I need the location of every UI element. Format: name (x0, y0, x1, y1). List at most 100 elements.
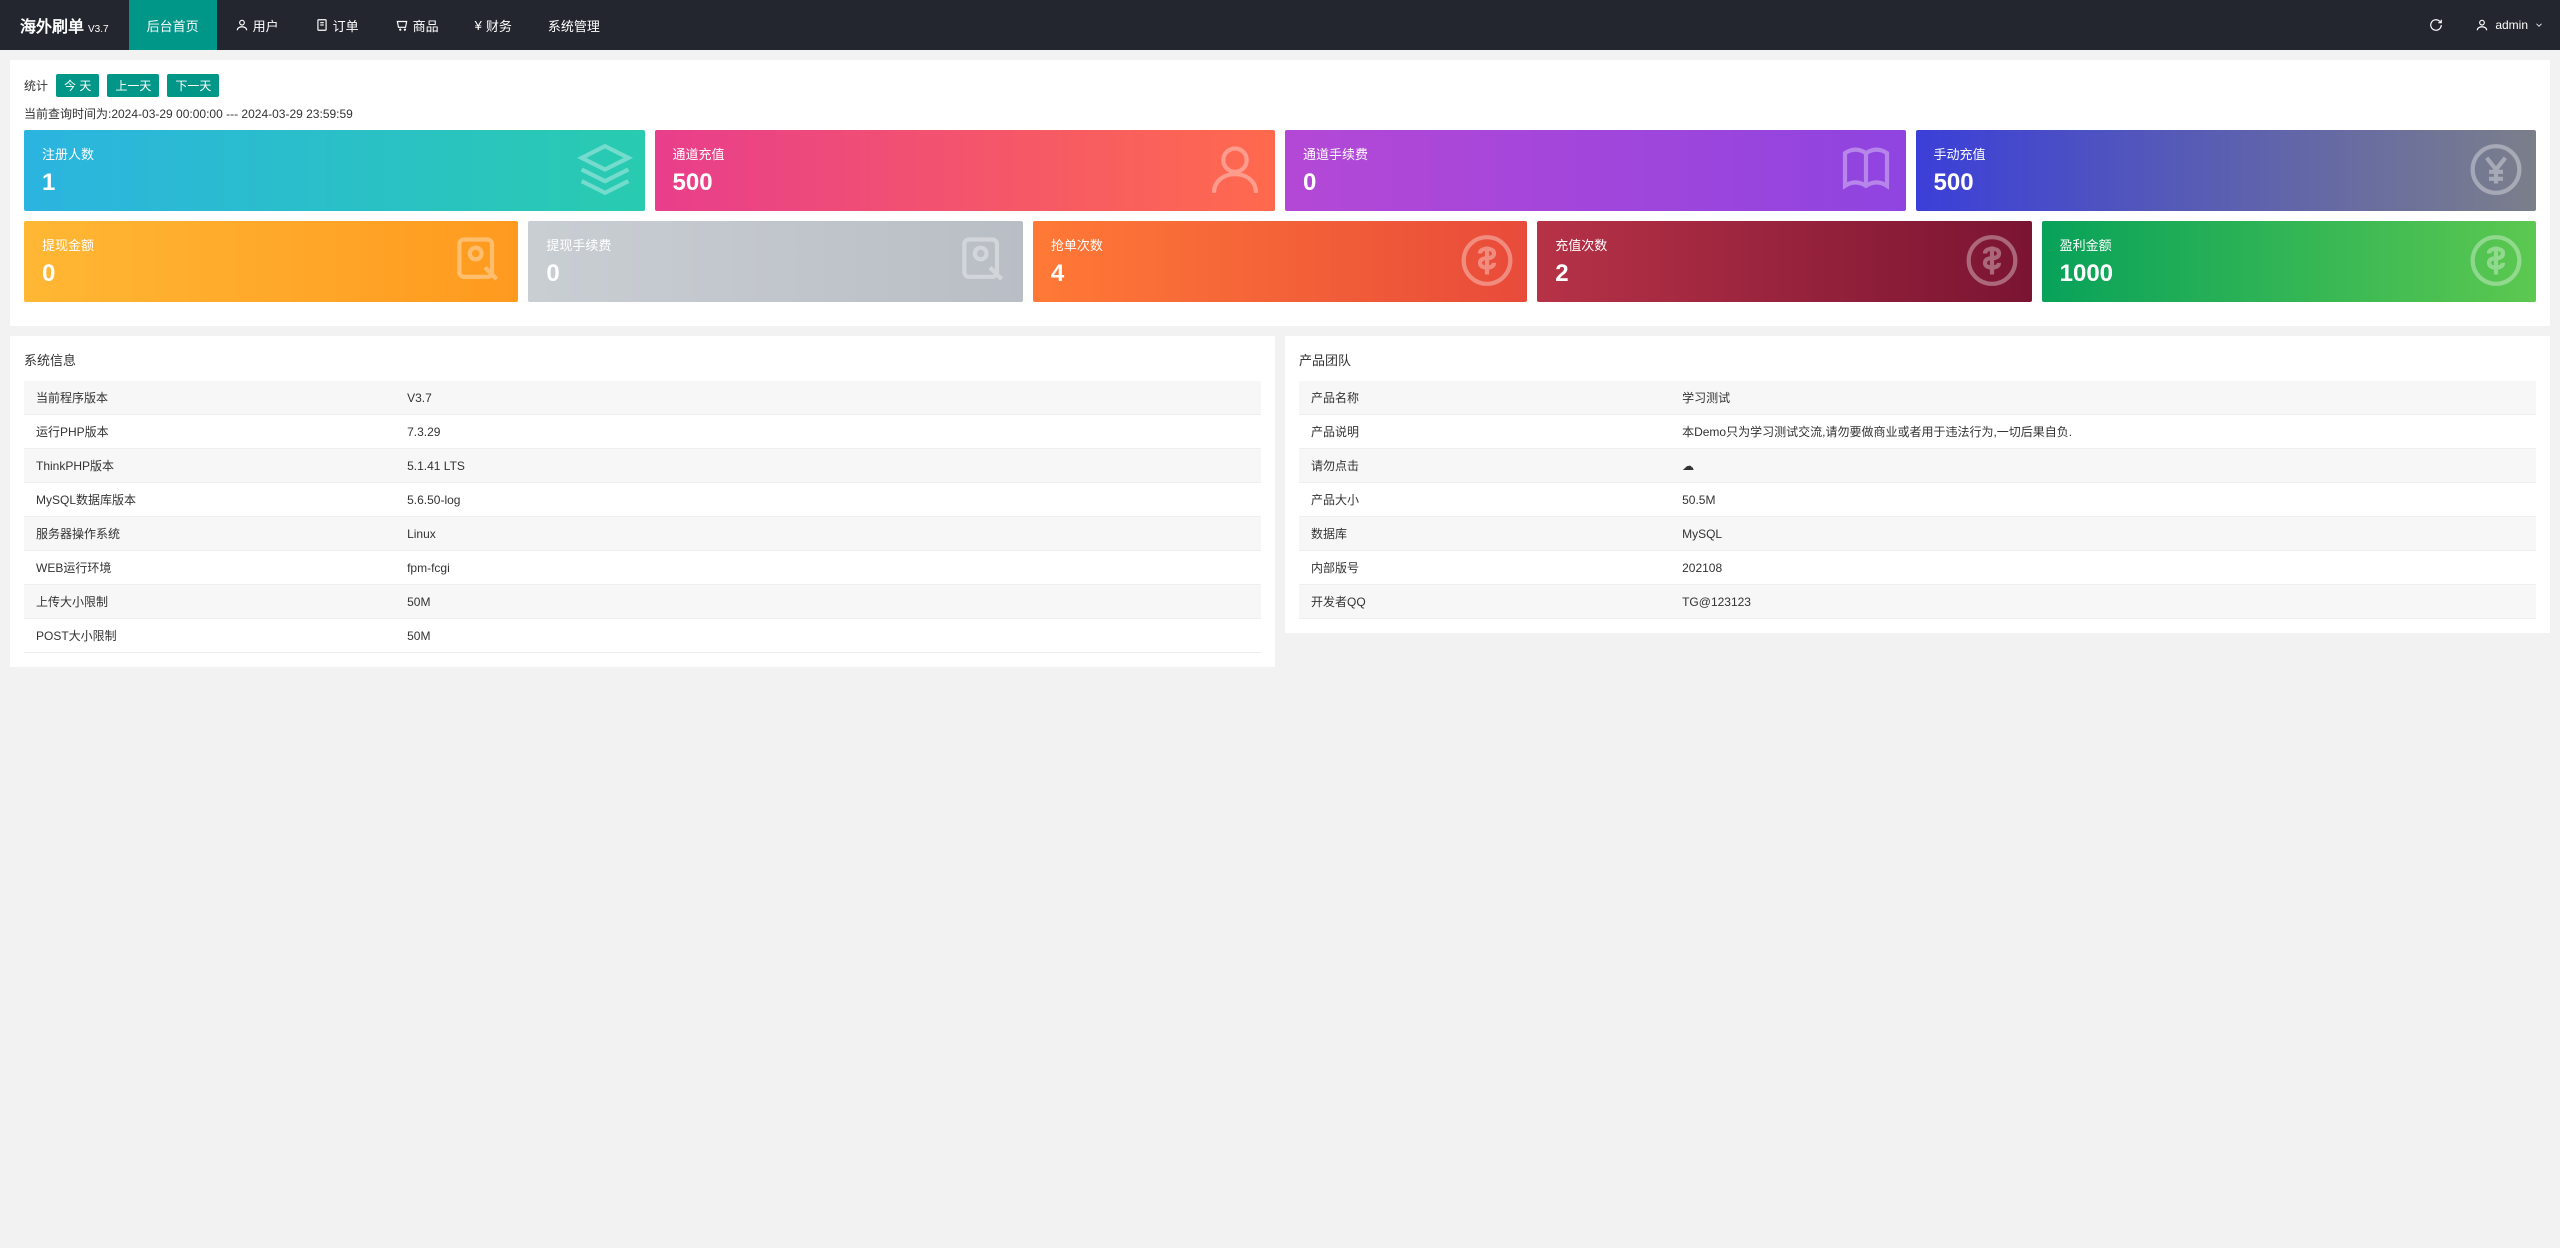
card-value: 500 (1934, 169, 2519, 197)
table-value: 学习测试 (1670, 381, 2536, 415)
today-button[interactable]: 今 天 (56, 74, 99, 97)
table-key: 产品名称 (1299, 381, 1670, 415)
card-title: 手动充值 (1934, 144, 2519, 163)
top-nav: 海外刷单 V3.7 后台首页 用户 订单 商品 ¥ 财务 系统管理 (0, 0, 2560, 50)
card-title: 抢单次数 (1051, 235, 1509, 254)
table-value: 50.5M (1670, 483, 2536, 517)
dollar-circle-icon (2468, 232, 2524, 291)
table-key: MySQL数据库版本 (24, 483, 395, 517)
nav-orders[interactable]: 订单 (297, 0, 377, 50)
table-value: Linux (395, 517, 1261, 551)
card-withdraw-fee: 提现手续费 0 (528, 221, 1022, 302)
chevron-down-icon (2534, 20, 2544, 30)
card-title: 充值次数 (1555, 235, 2013, 254)
table-key: ThinkPHP版本 (24, 449, 395, 483)
table-row: 数据库MySQL (1299, 517, 2536, 551)
card-title: 注册人数 (42, 144, 627, 163)
dollar-circle-icon (1964, 232, 2020, 291)
table-value: V3.7 (395, 381, 1261, 415)
cart-icon (395, 18, 409, 32)
brand: 海外刷单 V3.7 (0, 13, 129, 37)
card-value: 1000 (2060, 260, 2518, 288)
yen-icon: ¥ (475, 18, 482, 33)
table-value: 7.3.29 (395, 415, 1261, 449)
card-manual-recharge: 手动充值 500 (1916, 130, 2537, 211)
table-value: 202108 (1670, 551, 2536, 585)
refresh-button[interactable] (2413, 0, 2459, 50)
system-info-title: 系统信息 (24, 350, 1261, 369)
cards-row-1: 注册人数 1 通道充值 500 通道手续费 0 手动充值 500 (24, 130, 2536, 211)
system-info-panel: 系统信息 当前程序版本V3.7运行PHP版本7.3.29ThinkPHP版本5.… (10, 336, 1275, 667)
table-row: ThinkPHP版本5.1.41 LTS (24, 449, 1261, 483)
table-row: WEB运行环境fpm-fcgi (24, 551, 1261, 585)
card-value: 1 (42, 169, 627, 197)
book-icon (1838, 141, 1894, 200)
card-register-count: 注册人数 1 (24, 130, 645, 211)
table-row: 运行PHP版本7.3.29 (24, 415, 1261, 449)
nav-finance[interactable]: ¥ 财务 (457, 0, 530, 50)
content: 统计 今 天 上一天 下一天 当前查询时间为:2024-03-29 00:00:… (0, 50, 2560, 677)
nav-home[interactable]: 后台首页 (129, 0, 217, 50)
user-icon (2475, 18, 2489, 32)
card-recharge-count: 充值次数 2 (1537, 221, 2031, 302)
team-title: 产品团队 (1299, 350, 2536, 369)
card-title: 提现手续费 (546, 235, 1004, 254)
team-panel: 产品团队 产品名称学习测试产品说明本Demo只为学习测试交流,请勿要做商业或者用… (1285, 336, 2550, 633)
nav-home-label: 后台首页 (147, 16, 199, 35)
table-row: 服务器操作系统Linux (24, 517, 1261, 551)
layers-icon (577, 141, 633, 200)
nav-system[interactable]: 系统管理 (530, 0, 618, 50)
next-day-button[interactable]: 下一天 (167, 74, 219, 97)
table-row: 请勿点击☁ (1299, 449, 2536, 483)
table-key: 请勿点击 (1299, 449, 1670, 483)
nav-products-label: 商品 (413, 16, 439, 35)
table-row: 产品说明本Demo只为学习测试交流,请勿要做商业或者用于违法行为,一切后果自负. (1299, 415, 2536, 449)
table-value: fpm-fcgi (395, 551, 1261, 585)
table-key: POST大小限制 (24, 619, 395, 653)
filter-row: 统计 今 天 上一天 下一天 (24, 74, 2536, 97)
nav-items: 后台首页 用户 订单 商品 ¥ 财务 系统管理 (129, 0, 618, 50)
card-profit-amount: 盈利金额 1000 (2042, 221, 2536, 302)
nav-users-label: 用户 (253, 16, 279, 35)
table-key: 内部版号 (1299, 551, 1670, 585)
table-key: 开发者QQ (1299, 585, 1670, 619)
card-value: 500 (673, 169, 1258, 197)
user-name: admin (2495, 18, 2528, 32)
filter-label: 统计 (24, 77, 48, 94)
table-key: 当前程序版本 (24, 381, 395, 415)
table-row: 开发者QQTG@123123 (1299, 585, 2536, 619)
user-menu[interactable]: admin (2459, 18, 2560, 32)
prev-day-button[interactable]: 上一天 (107, 74, 159, 97)
table-row: 上传大小限制50M (24, 585, 1261, 619)
table-value: 5.6.50-log (395, 483, 1261, 517)
card-title: 通道充值 (673, 144, 1258, 163)
table-key: 服务器操作系统 (24, 517, 395, 551)
info-columns: 系统信息 当前程序版本V3.7运行PHP版本7.3.29ThinkPHP版本5.… (10, 336, 2550, 667)
card-channel-recharge: 通道充值 500 (655, 130, 1276, 211)
card-channel-fee: 通道手续费 0 (1285, 130, 1906, 211)
table-row: 当前程序版本V3.7 (24, 381, 1261, 415)
table-value: ☁ (1670, 449, 2536, 483)
table-key: 数据库 (1299, 517, 1670, 551)
table-value: TG@123123 (1670, 585, 2536, 619)
nav-users[interactable]: 用户 (217, 0, 297, 50)
nav-products[interactable]: 商品 (377, 0, 457, 50)
system-info-table: 当前程序版本V3.7运行PHP版本7.3.29ThinkPHP版本5.1.41 … (24, 381, 1261, 653)
table-key: 产品大小 (1299, 483, 1670, 517)
nav-system-label: 系统管理 (548, 16, 600, 35)
note-edit-icon (450, 232, 506, 291)
note-edit-icon (955, 232, 1011, 291)
card-grab-count: 抢单次数 4 (1033, 221, 1527, 302)
card-value: 0 (42, 260, 500, 288)
file-icon (315, 18, 329, 32)
user-icon (1207, 141, 1263, 200)
table-value: 5.1.41 LTS (395, 449, 1261, 483)
card-value: 0 (546, 260, 1004, 288)
card-value: 4 (1051, 260, 1509, 288)
table-value: MySQL (1670, 517, 2536, 551)
table-key: 运行PHP版本 (24, 415, 395, 449)
table-row: 产品大小50.5M (1299, 483, 2536, 517)
cards-row-2: 提现金额 0 提现手续费 0 抢单次数 4 充值次数 2 盈利金额 10 (24, 221, 2536, 302)
card-value: 0 (1303, 169, 1888, 197)
query-time: 当前查询时间为:2024-03-29 00:00:00 --- 2024-03-… (24, 105, 2536, 122)
